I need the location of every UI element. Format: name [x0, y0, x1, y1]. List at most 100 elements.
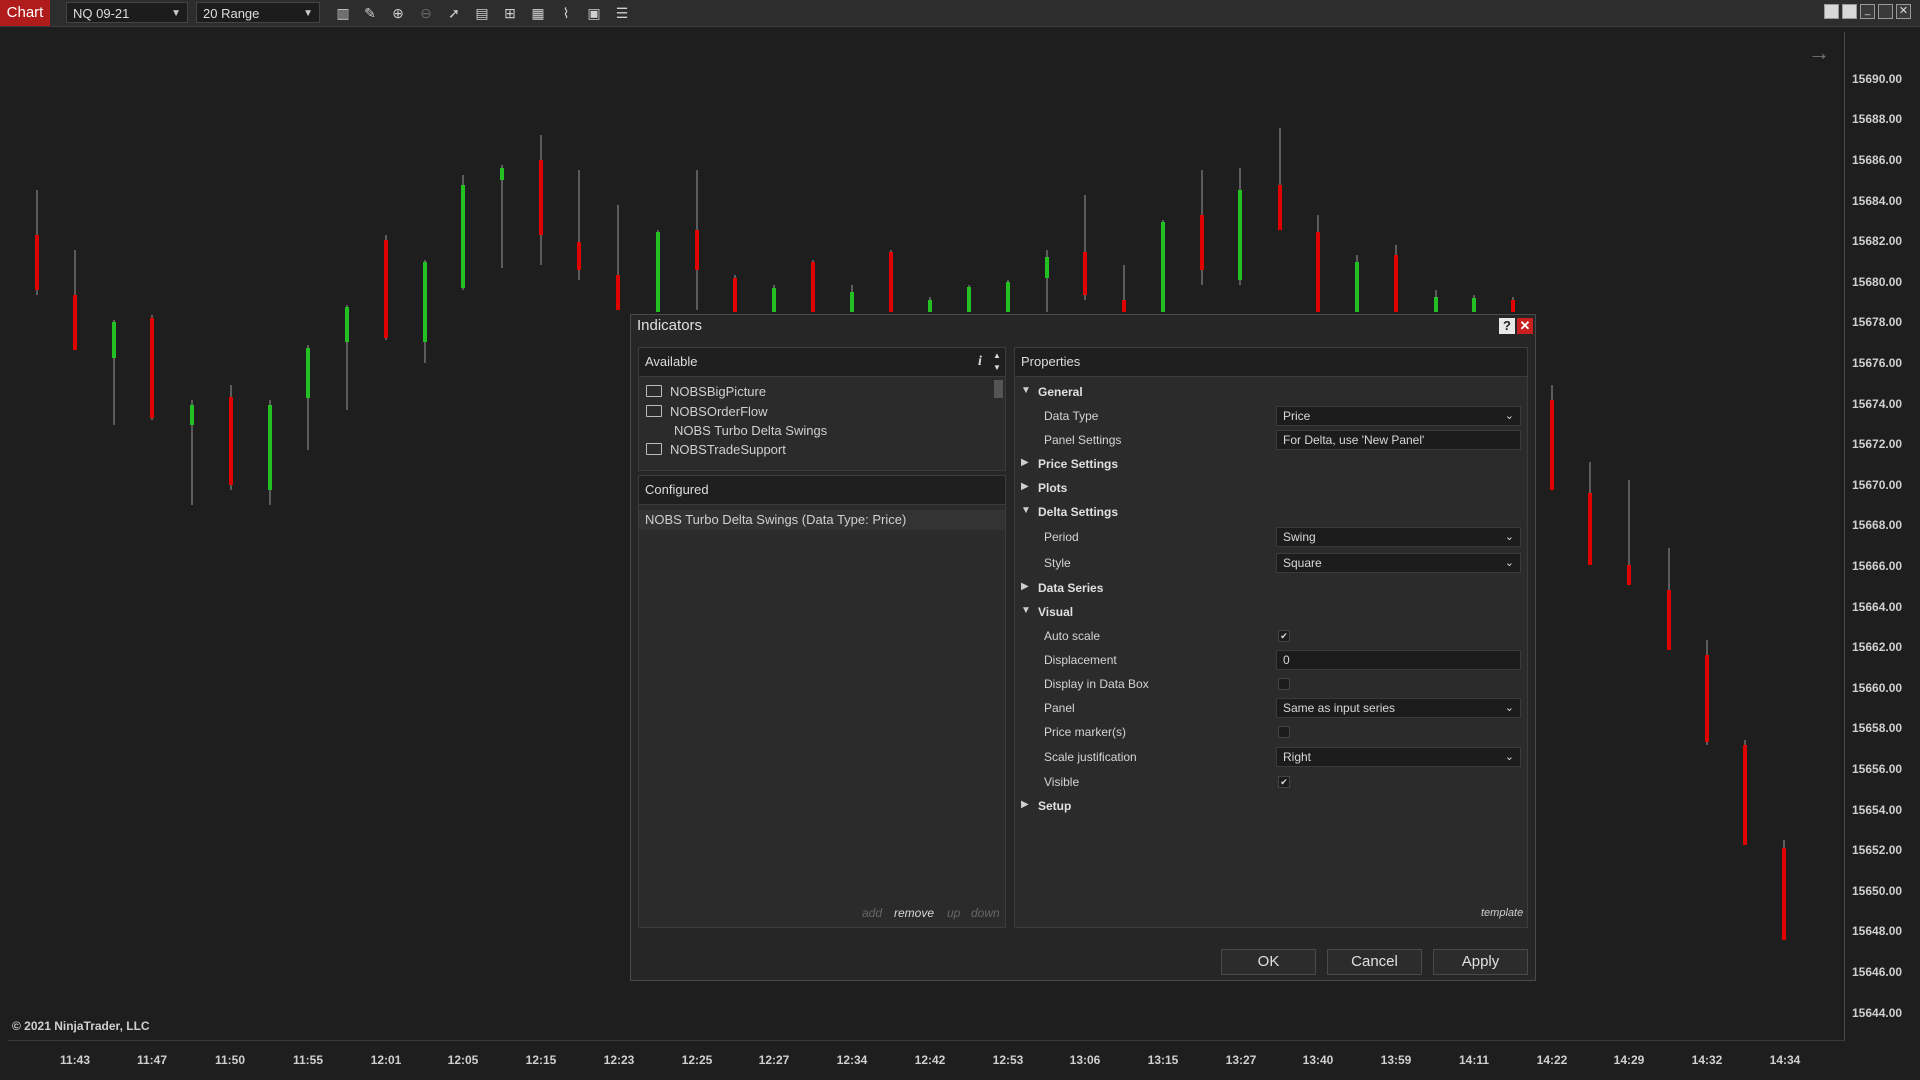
- prop-label: Panel Settings: [1044, 433, 1122, 447]
- available-item-nobsorderflow[interactable]: NOBSOrderFlow: [646, 404, 768, 419]
- interval-value: 20 Range: [203, 6, 260, 21]
- category-delta-settings[interactable]: ▼ Delta Settings: [1015, 500, 1527, 524]
- instrument-selector[interactable]: NQ 09-21 ▼: [66, 2, 188, 23]
- category-general[interactable]: ▼ General: [1015, 380, 1527, 404]
- add-link[interactable]: add: [862, 906, 882, 920]
- down-link[interactable]: down: [971, 906, 1000, 920]
- templates-icon[interactable]: ▣: [584, 3, 604, 23]
- time-label: 14:11: [1458, 1053, 1490, 1067]
- chart-toolbar: Chart NQ 09-21 ▼ 20 Range ▼ ▥ ✎ ⊕ ⊖ ➚ ▤ …: [0, 0, 1920, 27]
- close-icon[interactable]: ✕: [1517, 318, 1533, 334]
- properties-icon[interactable]: ⊞: [500, 3, 520, 23]
- configured-item[interactable]: NOBS Turbo Delta Swings (Data Type: Pric…: [639, 510, 1005, 530]
- help-icon[interactable]: ?: [1499, 318, 1515, 334]
- category-data-series[interactable]: ▶ Data Series: [1015, 576, 1527, 600]
- field-value: 0: [1283, 653, 1290, 667]
- available-item-nobsbigpicture[interactable]: NOBSBigPicture: [646, 384, 766, 399]
- prop-visible: Visible ✔: [1015, 770, 1527, 794]
- price-label: 15662.00: [1852, 640, 1903, 654]
- category-visual[interactable]: ▼ Visual: [1015, 600, 1527, 624]
- chevron-down-icon: ⌄: [1504, 531, 1514, 543]
- price-label: 15668.00: [1852, 518, 1903, 532]
- indicators-icon[interactable]: ▦: [528, 3, 548, 23]
- remove-link[interactable]: remove: [894, 906, 934, 920]
- up-link[interactable]: up: [947, 906, 960, 920]
- display-in-data-box-checkbox[interactable]: [1278, 678, 1290, 690]
- time-label: 12:25: [681, 1053, 713, 1067]
- maximize-icon[interactable]: [1878, 4, 1893, 19]
- price-label: 15666.00: [1852, 559, 1903, 573]
- strategies-icon[interactable]: ⌇: [556, 3, 576, 23]
- panel-select[interactable]: Same as input series ⌄: [1276, 698, 1521, 718]
- candle-body: [1782, 848, 1786, 940]
- candle-body: [1045, 257, 1049, 278]
- properties-header: Properties: [1015, 348, 1527, 377]
- category-setup[interactable]: ▶ Setup: [1015, 794, 1527, 818]
- zoom-in-icon[interactable]: ⊕: [388, 3, 408, 23]
- prop-label: Period: [1044, 530, 1079, 544]
- category-price-settings[interactable]: ▶ Price Settings: [1015, 452, 1527, 476]
- price-label: 15674.00: [1852, 397, 1903, 411]
- template-link[interactable]: template: [1481, 907, 1523, 919]
- candle-body: [656, 232, 660, 312]
- scrollbar-thumb[interactable]: [994, 380, 1003, 398]
- price-label: 15680.00: [1852, 275, 1903, 289]
- data-box-icon[interactable]: ▤: [472, 3, 492, 23]
- apply-button[interactable]: Apply: [1433, 949, 1528, 975]
- prop-label: Style: [1044, 556, 1071, 570]
- candle-body: [1161, 222, 1165, 312]
- zoom-out-icon[interactable]: ⊖: [416, 3, 436, 23]
- time-label: 14:32: [1691, 1053, 1723, 1067]
- category-label: Price Settings: [1038, 457, 1119, 471]
- select-value: Same as input series: [1283, 701, 1396, 715]
- prop-scale-justification: Scale justification Right ⌄: [1015, 745, 1527, 769]
- draw-pencil-icon[interactable]: ✎: [360, 3, 380, 23]
- folder-icon: [646, 443, 662, 455]
- scroll-right-arrow-icon[interactable]: →: [1808, 40, 1830, 66]
- chevron-down-icon: ⌄: [1504, 557, 1514, 569]
- candle-body: [461, 185, 465, 288]
- chart-tab[interactable]: Chart: [0, 0, 50, 26]
- style-select[interactable]: Square ⌄: [1276, 553, 1521, 573]
- price-label: 15678.00: [1852, 315, 1903, 329]
- prop-price-markers: Price marker(s): [1015, 720, 1527, 744]
- candle-body: [1434, 297, 1438, 312]
- cancel-button[interactable]: Cancel: [1327, 949, 1422, 975]
- close-window-icon[interactable]: ✕: [1896, 4, 1911, 19]
- candle-body: [1316, 232, 1320, 312]
- period-select[interactable]: Swing ⌄: [1276, 527, 1521, 547]
- list-icon[interactable]: ☰: [612, 3, 632, 23]
- time-label: 13:06: [1069, 1053, 1101, 1067]
- ok-button[interactable]: OK: [1221, 949, 1316, 975]
- data-type-select[interactable]: Price ⌄: [1276, 406, 1521, 426]
- price-label: 15660.00: [1852, 681, 1903, 695]
- scroll-down-icon[interactable]: ▼: [993, 354, 1001, 382]
- candle-body: [1355, 262, 1359, 312]
- instrument-value: NQ 09-21: [73, 6, 130, 21]
- info-icon[interactable]: i: [978, 348, 982, 376]
- panel-settings-field[interactable]: For Delta, use 'New Panel': [1276, 430, 1521, 450]
- displacement-field[interactable]: 0: [1276, 650, 1521, 670]
- time-label: 14:34: [1769, 1053, 1801, 1067]
- candle-body: [1200, 215, 1204, 270]
- category-plots[interactable]: ▶ Plots: [1015, 476, 1527, 500]
- available-item-nobs-turbo-delta-swings[interactable]: NOBS Turbo Delta Swings: [674, 423, 827, 438]
- configured-header: Configured: [639, 476, 1005, 505]
- price-label: 15646.00: [1852, 965, 1903, 979]
- pointer-icon[interactable]: ➚: [444, 3, 464, 23]
- visible-checkbox[interactable]: ✔: [1278, 776, 1290, 788]
- available-item-nobstradesupport[interactable]: NOBSTradeSupport: [646, 442, 786, 457]
- auto-scale-checkbox[interactable]: ✔: [1278, 630, 1290, 642]
- candle-body: [1705, 655, 1709, 742]
- interval-selector[interactable]: 20 Range ▼: [196, 2, 320, 23]
- tile-window-icon[interactable]: [1824, 4, 1839, 19]
- candle-body: [1238, 190, 1242, 280]
- restore-window-icon[interactable]: [1842, 4, 1857, 19]
- minimize-icon[interactable]: _: [1860, 4, 1875, 19]
- scale-justification-select[interactable]: Right ⌄: [1276, 747, 1521, 767]
- time-label: 13:15: [1147, 1053, 1179, 1067]
- properties-title: Properties: [1021, 354, 1081, 369]
- price-markers-checkbox[interactable]: [1278, 726, 1290, 738]
- bars-icon[interactable]: ▥: [333, 3, 353, 23]
- candle-body: [190, 405, 194, 425]
